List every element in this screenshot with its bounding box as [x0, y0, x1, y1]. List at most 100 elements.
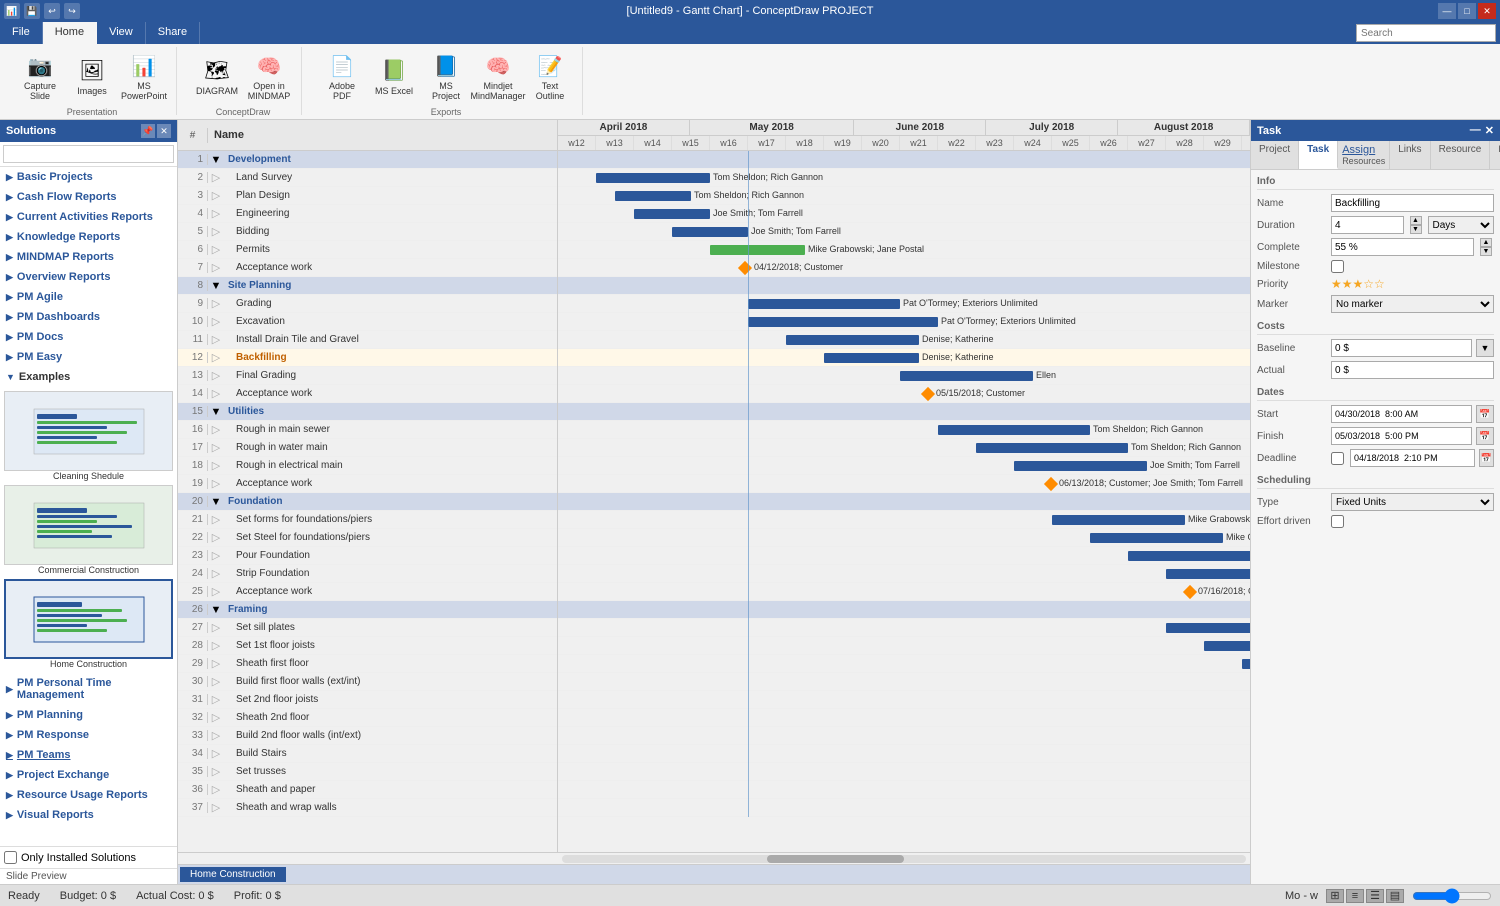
sidebar-image-home[interactable]: Home Construction	[4, 579, 173, 669]
complete-down-button[interactable]: ▼	[1480, 247, 1492, 256]
sidebar-item-pm-personal[interactable]: ▶ PM Personal Time Management	[0, 673, 177, 705]
marker-select[interactable]: No marker	[1331, 295, 1494, 313]
table-row[interactable]: 36 ▷ Sheath and paper	[178, 781, 557, 799]
tab-links[interactable]: Links	[1390, 141, 1430, 169]
table-row[interactable]: 37 ▷ Sheath and wrap walls	[178, 799, 557, 817]
group-expand-icon[interactable]: ▼	[208, 280, 224, 292]
table-row[interactable]: 31 ▷ Set 2nd floor joists	[178, 691, 557, 709]
table-row[interactable]: 10 ▷ Excavation	[178, 313, 557, 331]
group-expand-icon[interactable]: ▼	[208, 604, 224, 616]
group-expand-icon[interactable]: ▼	[208, 406, 224, 418]
sidebar-item-pm-easy[interactable]: ▶ PM Easy	[0, 347, 177, 367]
tab-project[interactable]: Project	[1251, 141, 1299, 169]
table-row[interactable]: 13 ▷ Final Grading	[178, 367, 557, 385]
quick-undo[interactable]: ↩	[44, 3, 60, 19]
table-row[interactable]: 23 ▷ Pour Foundation	[178, 547, 557, 565]
ms-project-button[interactable]: 📘 MS Project	[422, 47, 470, 105]
table-row[interactable]: 20 ▼ Foundation	[178, 493, 557, 511]
zoom-slider[interactable]	[1412, 888, 1492, 904]
duration-unit-select[interactable]: Days Hours Weeks	[1428, 216, 1495, 234]
deadline-date-picker-button[interactable]: 📅	[1479, 449, 1494, 467]
task-panel-close-button[interactable]: ✕	[1485, 124, 1494, 137]
sidebar-item-resource-usage[interactable]: ▶ Resource Usage Reports	[0, 785, 177, 805]
tab-view[interactable]: View	[97, 22, 146, 44]
tab-home[interactable]: Home	[43, 22, 97, 44]
view-btn-4[interactable]: ▤	[1386, 889, 1404, 903]
table-row[interactable]: 32 ▷ Sheath 2nd floor	[178, 709, 557, 727]
sidebar-item-pm-docs[interactable]: ▶ PM Docs	[0, 327, 177, 347]
table-row[interactable]: 26 ▼ Framing	[178, 601, 557, 619]
table-row[interactable]: 3 ▷ Plan Design	[178, 187, 557, 205]
baseline-btn[interactable]: ▼	[1476, 339, 1494, 357]
task-duration-input[interactable]	[1331, 216, 1404, 234]
table-row[interactable]: 27 ▷ Set sill plates	[178, 619, 557, 637]
effort-driven-checkbox[interactable]	[1331, 515, 1344, 528]
table-row[interactable]: 18 ▷ Rough in electrical main	[178, 457, 557, 475]
task-panel-minimize-button[interactable]: —	[1470, 124, 1481, 137]
sidebar-image-cleaning[interactable]: Cleaning Shedule	[4, 391, 173, 481]
sidebar-item-pm-dashboards[interactable]: ▶ PM Dashboards	[0, 307, 177, 327]
milestone-checkbox[interactable]	[1331, 260, 1344, 273]
deadline-input[interactable]	[1350, 449, 1475, 467]
sidebar-close-button[interactable]: ✕	[157, 124, 171, 138]
only-installed-checkbox[interactable]	[4, 851, 17, 864]
duration-down-button[interactable]: ▼	[1410, 225, 1422, 234]
quick-redo[interactable]: ↪	[64, 3, 80, 19]
deadline-checkbox[interactable]	[1331, 452, 1344, 465]
tab-resource[interactable]: Resource	[1431, 141, 1491, 169]
view-btn-1[interactable]: ⊞	[1326, 889, 1344, 903]
view-btn-3[interactable]: ☰	[1366, 889, 1384, 903]
sidebar-item-pm-planning[interactable]: ▶ PM Planning	[0, 705, 177, 725]
table-row[interactable]: 15 ▼ Utilities	[178, 403, 557, 421]
table-row[interactable]: 33 ▷ Build 2nd floor walls (int/ext)	[178, 727, 557, 745]
table-row[interactable]: 19 ▷ Acceptance work	[178, 475, 557, 493]
quick-save[interactable]: 💾	[24, 3, 40, 19]
table-row[interactable]: 5 ▷ Bidding	[178, 223, 557, 241]
assign-link[interactable]: Assign	[1342, 144, 1375, 156]
start-date-picker-button[interactable]: 📅	[1476, 405, 1494, 423]
sidebar-item-current-activities[interactable]: ▶ Current Activities Reports	[0, 207, 177, 227]
tab-hypernote[interactable]: Hypernote	[1490, 141, 1500, 169]
table-row[interactable]: 11 ▷ Install Drain Tile and Gravel	[178, 331, 557, 349]
sidebar-item-basic-projects[interactable]: ▶ Basic Projects	[0, 167, 177, 187]
table-row[interactable]: 25 ▷ Acceptance work	[178, 583, 557, 601]
ms-powerpoint-button[interactable]: 📊 MS PowerPoint	[120, 47, 168, 105]
priority-stars[interactable]: ★★★☆☆	[1331, 277, 1385, 291]
task-name-input[interactable]	[1331, 194, 1494, 212]
sidebar-pin-button[interactable]: 📌	[141, 124, 155, 138]
sidebar-item-pm-agile[interactable]: ▶ PM Agile	[0, 287, 177, 307]
capture-slide-button[interactable]: 📷 Capture Slide	[16, 47, 64, 105]
group-expand-icon[interactable]: ▼	[208, 154, 224, 166]
table-row[interactable]: 17 ▷ Rough in water main	[178, 439, 557, 457]
gantt-chart-scroll[interactable]: Tom Sheldon; Rich Gannon Tom Sheldon; Ri…	[558, 151, 1250, 852]
baseline-input[interactable]	[1331, 339, 1472, 357]
sidebar-search-input[interactable]	[3, 145, 174, 163]
table-row[interactable]: 1 ▼ Development	[178, 151, 557, 169]
table-row[interactable]: 29 ▷ Sheath first floor	[178, 655, 557, 673]
group-expand-icon[interactable]: ▼	[208, 496, 224, 508]
bottom-tab-home-construction[interactable]: Home Construction	[180, 867, 286, 882]
tab-share[interactable]: Share	[146, 22, 200, 44]
table-row[interactable]: 9 ▷ Grading	[178, 295, 557, 313]
table-row[interactable]: 12 ▷ Backfilling	[178, 349, 557, 367]
table-row[interactable]: 6 ▷ Permits	[178, 241, 557, 259]
sidebar-item-overview[interactable]: ▶ Overview Reports	[0, 267, 177, 287]
sidebar-image-commercial[interactable]: Commercial Construction	[4, 485, 173, 575]
scroll-track[interactable]	[562, 855, 1246, 863]
complete-up-button[interactable]: ▲	[1480, 238, 1492, 247]
table-row[interactable]: 7 ▷ Acceptance work	[178, 259, 557, 277]
table-row[interactable]: 24 ▷ Strip Foundation	[178, 565, 557, 583]
diagram-button[interactable]: 🗺 DIAGRAM	[193, 52, 241, 100]
sidebar-item-visual-reports[interactable]: ▶ Visual Reports	[0, 805, 177, 825]
tab-assign-resources[interactable]: Assign Resources	[1338, 141, 1390, 169]
ribbon-search-input[interactable]	[1356, 24, 1496, 42]
table-row[interactable]: 14 ▷ Acceptance work	[178, 385, 557, 403]
table-row[interactable]: 30 ▷ Build first floor walls (ext/int)	[178, 673, 557, 691]
tab-task[interactable]: Task	[1299, 141, 1338, 169]
sidebar-item-project-exchange[interactable]: ▶ Project Exchange	[0, 765, 177, 785]
table-row[interactable]: 28 ▷ Set 1st floor joists	[178, 637, 557, 655]
sidebar-item-pm-response[interactable]: ▶ PM Response	[0, 725, 177, 745]
adobe-pdf-button[interactable]: 📄 Adobe PDF	[318, 47, 366, 105]
finish-date-picker-button[interactable]: 📅	[1476, 427, 1494, 445]
table-row[interactable]: 35 ▷ Set trusses	[178, 763, 557, 781]
